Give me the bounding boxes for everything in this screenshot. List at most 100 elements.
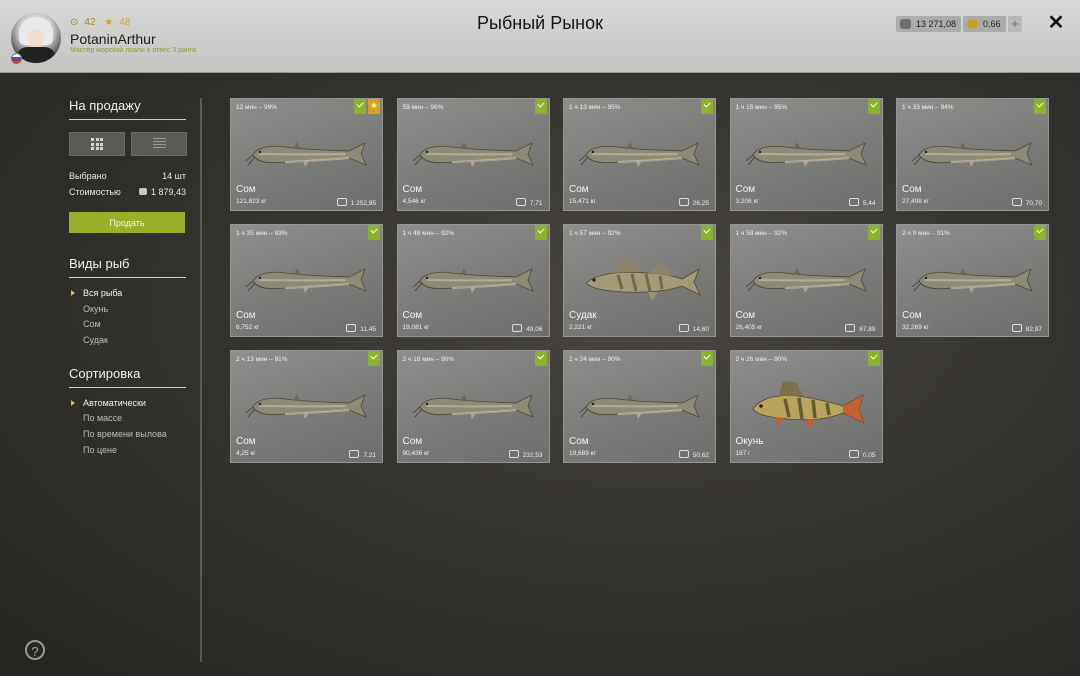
filter-all-fish[interactable]: Вся рыба: [69, 288, 186, 304]
star-badge-icon[interactable]: ★: [368, 99, 380, 114]
silver-coin-icon: [678, 324, 689, 332]
fish-card[interactable]: 2 ч 13 мин – 91% Сом 4,25 кг 7,21: [230, 350, 383, 463]
fish-price-value: 70,70: [1025, 200, 1042, 207]
list-view-button[interactable]: [131, 132, 187, 156]
fish-price-value: 5,44: [862, 200, 876, 207]
sort-by-price[interactable]: По цене: [69, 445, 186, 461]
check-badge-icon[interactable]: [867, 351, 880, 366]
selected-marker-icon: [71, 290, 75, 296]
fish-price: 82,97: [1011, 324, 1042, 333]
fish-price-value: 49,06: [526, 326, 543, 333]
filter-zander[interactable]: Судак: [69, 335, 186, 351]
catch-time: 1 ч 13 мин – 95%: [569, 104, 621, 111]
filter-catfish[interactable]: Сом: [69, 319, 186, 335]
close-button[interactable]: ✕: [1046, 11, 1066, 35]
fish-card[interactable]: 2 ч 9 мин – 91% Сом 32,269 кг 82,97: [896, 224, 1049, 337]
check-badge-icon[interactable]: [534, 225, 547, 240]
fish-image: [745, 123, 870, 183]
fish-image: [245, 123, 370, 183]
selected-label: Выбрано: [69, 171, 107, 181]
silver-coin-icon: [512, 324, 523, 332]
fish-card[interactable]: 1 ч 33 мин – 94% Сом 27,498 кг 70,70: [896, 98, 1049, 211]
add-gold-button[interactable]: +: [1008, 16, 1022, 32]
fish-card[interactable]: 1 ч 35 мин – 93% Сом 6,752 кг 11,45: [230, 224, 383, 337]
check-badge-icon[interactable]: [368, 225, 380, 240]
check-badge-icon[interactable]: [701, 225, 713, 240]
fish-name: Сом: [236, 436, 256, 447]
fish-card[interactable]: 1 ч 15 мин – 95% Сом 3,206 кг 5,44: [729, 98, 883, 211]
check-badge-icon[interactable]: [1034, 99, 1046, 114]
sort-by-catch-time[interactable]: По времени вылова: [69, 429, 186, 445]
fish-name: Сом: [569, 184, 589, 195]
fish-weight: 15,471 кг: [569, 198, 596, 205]
silver-coin-icon: [848, 450, 859, 458]
sort-title: Сортировка: [69, 366, 186, 388]
fish-name: Сом: [902, 310, 922, 321]
catch-time: 1 ч 15 мин – 95%: [735, 104, 788, 111]
fish-weight: 19,689 кг: [569, 450, 596, 457]
fish-weight: 6,752 кг: [236, 324, 260, 331]
silver-coin-icon: [845, 324, 856, 332]
fish-image: [911, 123, 1036, 183]
fish-name: Сом: [236, 184, 256, 195]
fish-image: [245, 375, 370, 435]
silver-coin-icon: [1011, 324, 1022, 332]
catch-time: 2 ч 24 мин – 90%: [569, 356, 621, 363]
check-badge-icon[interactable]: [701, 351, 713, 366]
fish-card[interactable]: 1 ч 57 мин – 92% Судак 2,221 кг 14,60: [563, 224, 716, 337]
check-badge-icon[interactable]: [1034, 225, 1046, 240]
check-badge-icon[interactable]: [867, 99, 880, 114]
silver-coin-icon: [678, 198, 689, 206]
sort-by-weight[interactable]: По массе: [69, 413, 186, 429]
fish-name: Сом: [902, 184, 922, 195]
silver-coin-icon: [349, 450, 360, 458]
fish-image: [745, 375, 870, 435]
check-badge-icon[interactable]: [867, 225, 880, 240]
check-badge-icon[interactable]: [701, 99, 713, 114]
top-bar: ⊙ 42 ★ 48 PotaninArthur Мастер морской лов…: [0, 0, 1080, 73]
fish-card[interactable]: 2 ч 18 мин – 90% Сом 90,436 кг 232,53: [396, 350, 550, 463]
fish-price: 7,71: [515, 198, 543, 207]
fish-price-value: 7,21: [363, 452, 376, 459]
fish-card[interactable]: 1 ч 13 мин – 95% Сом 15,471 кг 26,25: [563, 98, 716, 211]
catch-time: 1 ч 57 мин – 92%: [569, 230, 621, 237]
sort-label: По массе: [83, 413, 123, 424]
check-badge-icon[interactable]: [354, 99, 366, 114]
fish-card[interactable]: 1 ч 58 мин – 92% Сом 26,405 кг 67,89: [729, 224, 883, 337]
fish-weight: 3,206 кг: [735, 198, 759, 205]
fish-card[interactable]: 1 ч 49 мин – 92% Сом 19,081 кг 49,06: [396, 224, 550, 337]
catch-time: 2 ч 9 мин – 91%: [902, 230, 950, 237]
grid-view-button[interactable]: [69, 132, 125, 156]
fish-price-value: 11,45: [360, 326, 376, 333]
check-badge-icon[interactable]: [534, 99, 547, 114]
fish-card[interactable]: 12 мин – 99% ★ Сом 121,823 кг 1 252,95: [230, 98, 383, 211]
filter-perch[interactable]: Окунь: [69, 304, 186, 320]
check-badge-icon[interactable]: [368, 351, 380, 366]
sort-label: По цене: [83, 444, 118, 455]
fish-name: Окунь: [735, 436, 764, 447]
for-sale-title: На продажу: [69, 98, 186, 120]
fish-card[interactable]: 2 ч 26 мин – 90% Окунь 167 г 0,05: [729, 350, 883, 463]
filter-label: Судак: [83, 335, 108, 346]
filter-label: Окунь: [83, 303, 109, 314]
grid-icon: [91, 138, 103, 150]
fish-price-value: 26,25: [692, 200, 709, 207]
sidebar: На продажу Выбрано 14 шт Стоимостью 1 87…: [69, 98, 187, 461]
filter-label: Вся рыба: [83, 288, 123, 298]
fish-card[interactable]: 2 ч 24 мин – 90% Сом 19,689 кг 50,62: [563, 350, 716, 463]
fish-card[interactable]: 59 мин – 96% Сом 4,546 кг 7,71: [396, 98, 550, 211]
fish-price-value: 82,97: [1025, 326, 1042, 333]
help-button[interactable]: ?: [25, 640, 45, 660]
check-badge-icon[interactable]: [534, 351, 547, 366]
selected-marker-icon: [71, 399, 75, 406]
fish-price: 7,21: [349, 450, 376, 459]
silver-coin-icon: [1011, 198, 1022, 206]
sort-auto[interactable]: Автоматически: [69, 398, 186, 414]
fish-price: 50,62: [678, 450, 709, 459]
sell-button[interactable]: Продать: [69, 212, 185, 233]
selected-value: 14 шт: [162, 171, 186, 181]
catch-time: 2 ч 26 мин – 90%: [735, 356, 788, 363]
silver-coin-icon: [678, 450, 689, 458]
fish-image: [578, 249, 703, 309]
fish-image: [412, 249, 537, 309]
